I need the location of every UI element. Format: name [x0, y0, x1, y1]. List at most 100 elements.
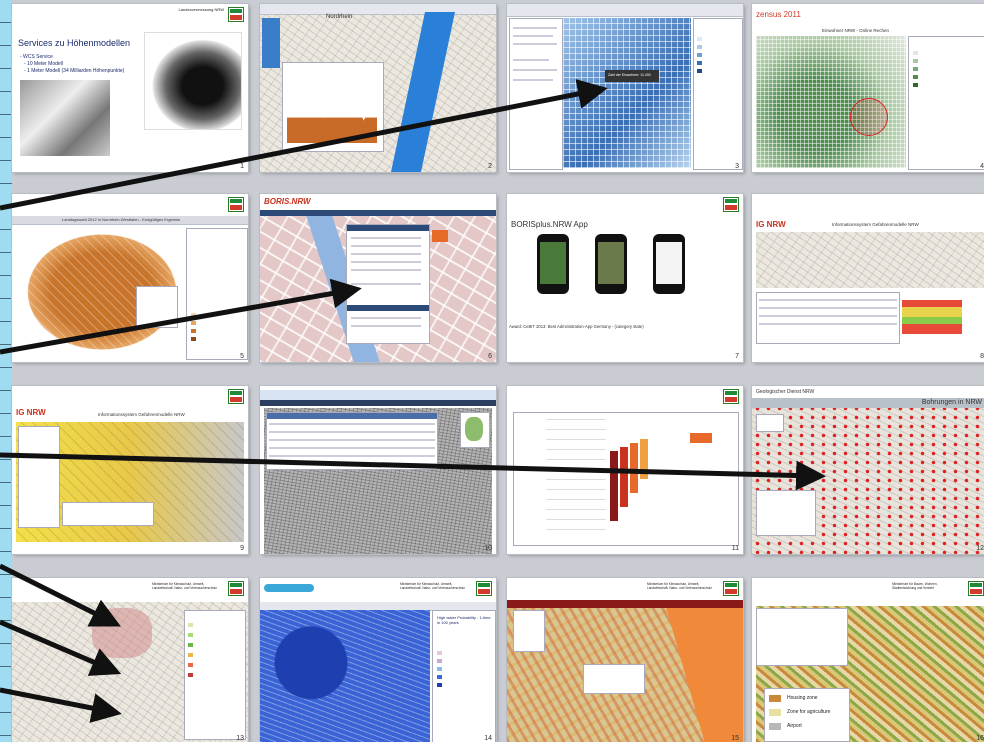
river-rhine	[390, 12, 456, 172]
zensus-logo: zensus 2011	[756, 10, 801, 19]
legend-title: High water Probability - 1-time in 100 y…	[437, 615, 491, 625]
legend-panel: High water Probability - 1-time in 100 y…	[432, 610, 496, 742]
nrw-crest-icon	[228, 581, 244, 596]
map-title-bar: Landtagswahl 2012 in Nordrhein-Westfalen…	[12, 216, 248, 225]
slide-number: 2	[488, 163, 492, 170]
report-window	[513, 412, 739, 546]
phone-mockup	[653, 234, 685, 294]
info-popup	[583, 664, 645, 694]
map-label: Nordrhein	[326, 14, 353, 20]
slide-number: 14	[484, 735, 492, 742]
slide-thumbnail-2[interactable]: Nordrhein 2	[260, 4, 496, 172]
legend-label: Housing zone	[787, 695, 818, 701]
slide-thumbnail-13[interactable]: Ministerium für Klimaschutz, Umwelt, Lan…	[12, 578, 248, 742]
legend-panel: Housing zone Zone for agriculture Airpor…	[764, 688, 850, 742]
menu-bar	[260, 400, 496, 406]
nrw-crest-icon	[723, 581, 739, 596]
slide-number: 6	[488, 353, 492, 360]
app-header: Geologischer Dienst NRW	[752, 386, 984, 398]
slide-thumbnail-10[interactable]: 10	[260, 386, 496, 554]
bullet-item: - WCS Service	[20, 54, 53, 60]
slide-thumbnail-7[interactable]: BORISplus.NRW App Award: CeBIT 2013: Bes…	[507, 194, 743, 362]
hazard-legend	[902, 300, 962, 334]
radius-circle	[850, 98, 888, 136]
map-title: Landtagswahl 2012 in Nordrhein-Westfalen…	[62, 217, 180, 222]
tooltip-text: Zahl der Einwohner: 11.400	[608, 73, 651, 77]
layer-panel	[186, 228, 248, 360]
app-header	[507, 4, 743, 17]
nav-bar	[260, 210, 496, 216]
slide-number: 5	[240, 353, 244, 360]
ministry-header: Ministerium für Klimaschutz, Umwelt, Lan…	[400, 582, 465, 590]
highlight-area	[92, 608, 152, 658]
legend-panel	[693, 18, 743, 170]
slide-thumbnail-14[interactable]: Ministerium für Klimaschutz, Umwelt, Lan…	[260, 578, 496, 742]
slide-thumbnail-11[interactable]: 11	[507, 386, 743, 554]
hillshade-image	[20, 80, 110, 156]
census-grid-map	[756, 36, 906, 168]
info-popup	[136, 286, 178, 328]
slide-thumbnail-3[interactable]: Zahl der Einwohner: 11.400 3	[507, 4, 743, 172]
slide-number: 4	[980, 163, 984, 170]
slide-thumbnail-1[interactable]: Landesvermessung NRW Services zu Höhenmo…	[12, 4, 248, 172]
elevation-profile-panel	[282, 62, 384, 152]
results-grid	[266, 412, 438, 470]
slide-number: 1	[240, 163, 244, 170]
legend-label: Zone for agriculture	[787, 709, 831, 715]
hazard-map	[756, 232, 984, 288]
nrw-crest-icon	[228, 197, 244, 212]
slide-number: 8	[980, 353, 984, 360]
slide-number: 16	[976, 735, 984, 742]
slide-number: 13	[236, 735, 244, 742]
land-value-form	[346, 224, 430, 344]
ig-nrw-logo: IG NRW	[756, 220, 786, 229]
title-bar: Bohrungen in NRW	[752, 398, 984, 408]
population-grid-map	[563, 18, 691, 168]
slide-thumbnail-5[interactable]: Landtagswahl 2012 in Nordrhein-Westfalen…	[12, 194, 248, 362]
ministry-header: Ministerium für Bauen, Wohnen, Stadtentw…	[892, 582, 938, 590]
legend-panel	[756, 490, 816, 536]
slide-thumbnail-4[interactable]: zensus 2011 Einwohner NRW - Online Reche…	[752, 4, 984, 172]
flood-risk-map	[260, 610, 430, 742]
nrw-crest-icon	[228, 7, 244, 22]
slide-thumbnail-6[interactable]: BORIS.NRW 6	[260, 194, 496, 362]
slide-header: Landesvermessung NRW	[178, 7, 224, 12]
layer-panel	[18, 426, 60, 528]
nrw-crest-icon	[228, 389, 244, 404]
slide-number: 15	[731, 735, 739, 742]
tooltip: Zahl der Einwohner: 11.400	[605, 70, 659, 82]
slide-thumbnail-16[interactable]: Ministerium für Bauen, Wohnen, Stadtentw…	[752, 578, 984, 742]
nrw-crest-icon	[476, 581, 492, 596]
slide-thumbnail-9[interactable]: IG NRW Informationssystem Gefahrenmodell…	[12, 386, 248, 554]
slide-thumbnail-8[interactable]: IG NRW Informationssystem Gefahrenmodell…	[752, 194, 984, 362]
profile-chart	[287, 92, 377, 143]
legend-panel	[184, 610, 246, 740]
app-header	[507, 600, 743, 608]
slide-number: 7	[735, 353, 739, 360]
slide-title: BORISplus.NRW App	[511, 220, 588, 229]
slide-number: 10	[484, 545, 492, 552]
ig-nrw-logo: IG NRW	[16, 408, 46, 417]
map-title: Einwohner NRW - Online Rechen	[822, 28, 889, 33]
slide-number: 3	[735, 163, 739, 170]
app-header: BORIS.NRW	[260, 194, 496, 210]
map-title: Bohrungen in NRW	[921, 399, 982, 406]
slide-number: 9	[240, 545, 244, 552]
boris-logo: BORIS.NRW	[264, 197, 311, 206]
map-toolbar	[260, 4, 496, 15]
slide-title: Services zu Höhenmodellen	[18, 38, 131, 48]
nrw-crest-icon	[968, 581, 984, 596]
bullet-item: - 10 Meter Modell	[24, 61, 63, 67]
bullet-item: - 1 Meter Modell (34 Milliarden Höhenpun…	[24, 68, 125, 74]
slide-number: 11	[731, 545, 739, 552]
slide-thumbnail-12[interactable]: Geologischer Dienst NRW Bohrungen in NRW…	[752, 386, 984, 554]
slide-thumbnail-15[interactable]: Ministerium für Klimaschutz, Umwelt, Lan…	[507, 578, 743, 742]
phone-mockup	[537, 234, 569, 294]
header-text: Geologischer Dienst NRW	[756, 389, 815, 395]
legend-label: Airport	[787, 723, 802, 729]
ministry-header: Ministerium für Klimaschutz, Umwelt, Lan…	[647, 582, 712, 590]
layer-panel	[513, 610, 545, 652]
map-tools	[756, 414, 784, 432]
map-sidebar	[262, 18, 280, 68]
close-icon[interactable]	[432, 230, 448, 242]
